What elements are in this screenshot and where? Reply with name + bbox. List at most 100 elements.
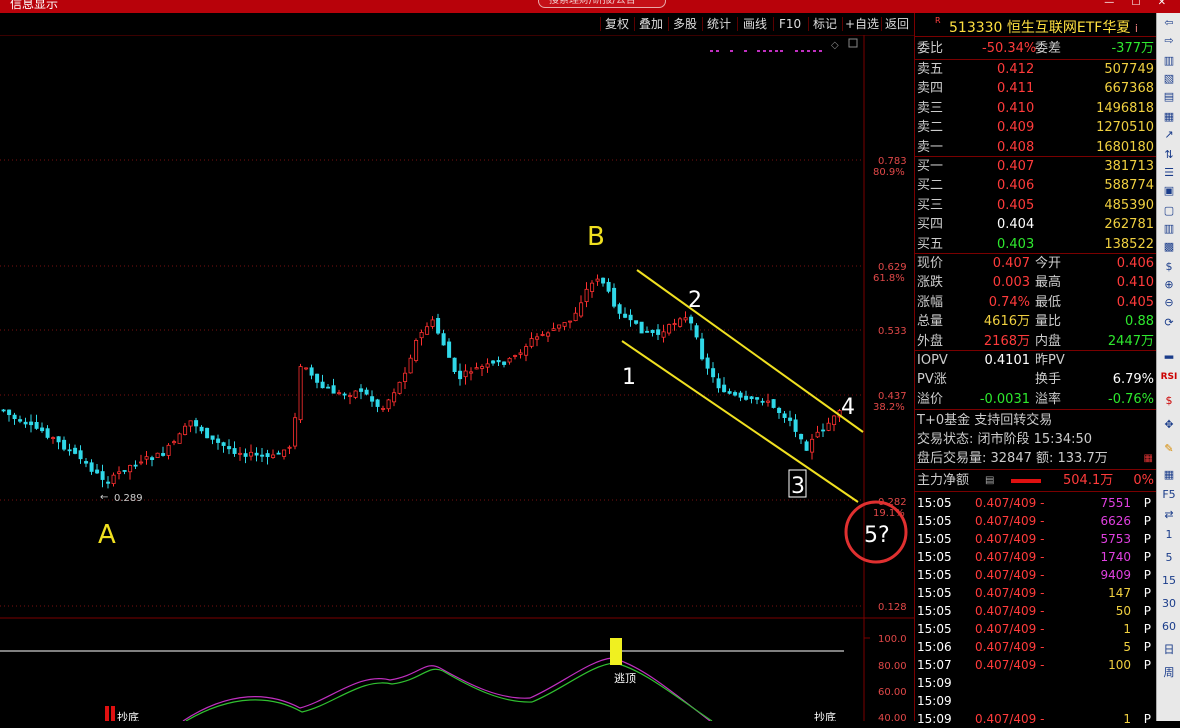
sell-row[interactable]: 卖一 0.408 1680180: [915, 138, 1157, 157]
zoom-in-icon[interactable]: ⊕: [1160, 277, 1178, 293]
candle-body: [551, 328, 556, 331]
maximize-icon[interactable]: ☐: [1131, 0, 1140, 8]
candle-body: [832, 415, 837, 426]
tick-time: 15:05: [917, 532, 952, 546]
toolbar-multi-stock-button[interactable]: 多股: [673, 15, 697, 33]
pencil-icon[interactable]: ✎: [1160, 441, 1178, 457]
refresh-icon[interactable]: ⟳: [1160, 315, 1178, 331]
quote-label: 最高: [1035, 275, 1062, 291]
dollar-icon[interactable]: $: [1160, 393, 1178, 409]
iopv-value: 0.4101: [984, 353, 1031, 368]
minute-chart-icon[interactable]: ▥: [1160, 53, 1178, 69]
buy-row[interactable]: 买五 0.403 138522: [915, 235, 1157, 254]
table-icon[interactable]: ▦: [1160, 109, 1178, 125]
wave-label-1: 1: [622, 365, 636, 390]
candle-body: [287, 446, 292, 449]
period-button[interactable]: 1: [1160, 527, 1178, 543]
candle-body: [155, 452, 160, 459]
sell-row[interactable]: 卖四 0.411 667368: [915, 79, 1157, 98]
sell-level-label: 卖五: [917, 62, 944, 77]
buy-row[interactable]: 买四 0.404 262781: [915, 215, 1157, 234]
toolbar-back-button[interactable]: 返回: [885, 15, 909, 33]
main-flow-bar: [1011, 479, 1041, 483]
candle-body: [777, 407, 782, 413]
minimize-icon[interactable]: —: [1104, 0, 1114, 8]
tick-flag: P: [1143, 514, 1151, 528]
price-tick: 0.629: [878, 262, 907, 273]
forward-arrow-icon[interactable]: ⇨: [1160, 33, 1178, 49]
level2-icon[interactable]: ▥: [1160, 221, 1178, 237]
grid-icon[interactable]: ▦: [1160, 467, 1178, 483]
period-button[interactable]: 周: [1160, 665, 1178, 681]
candle-body: [628, 314, 633, 321]
candle-body: [23, 421, 28, 425]
volume-icon[interactable]: ▂: [1160, 345, 1178, 361]
candle-body: [535, 336, 540, 340]
toolbar-stats-button[interactable]: 统计: [707, 15, 731, 33]
buy-row[interactable]: 买二 0.406 588774: [915, 176, 1157, 195]
f5-icon[interactable]: F5: [1160, 487, 1178, 503]
stock-flag: R: [935, 16, 941, 25]
back-arrow-icon[interactable]: ⇦: [1160, 15, 1178, 31]
stock-title[interactable]: 513330 恒生互联网ETF华夏 i: [949, 17, 1138, 37]
news-icon[interactable]: ▤: [1160, 89, 1178, 105]
panel-toggle-icon[interactable]: [848, 38, 858, 48]
diamond-icon[interactable]: ◇: [831, 40, 839, 51]
sell-volume: 1496818: [1096, 100, 1154, 116]
sell-row[interactable]: 卖三 0.410 1496818: [915, 99, 1157, 118]
buy-row[interactable]: 买一 0.407 381713: [915, 157, 1157, 176]
fund-flow-icon[interactable]: $: [1160, 259, 1178, 275]
tick-flag: P: [1143, 586, 1151, 600]
toolbar-add-watchlist-button[interactable]: +自选: [845, 15, 879, 33]
rsi-icon[interactable]: RSI: [1160, 369, 1178, 385]
quote-row: 涨幅 0.74% 最低 0.405: [915, 293, 1157, 312]
candle-body: [348, 395, 353, 397]
calendar-icon[interactable]: ▦: [1144, 449, 1153, 468]
zoom-out-icon[interactable]: ⊖: [1160, 295, 1178, 311]
sector-icon[interactable]: ▩: [1160, 239, 1178, 255]
candle-body: [436, 317, 441, 334]
f10-icon[interactable]: ▣: [1160, 183, 1178, 199]
cross-move-icon[interactable]: ✥: [1160, 417, 1178, 433]
period-button[interactable]: 60: [1160, 619, 1178, 635]
bottom-signal-label-left: 抄底: [117, 710, 139, 721]
tick-row: 15:05 0.407/409 - 7551 P: [915, 494, 1157, 512]
candle-body: [700, 338, 705, 360]
compare-icon[interactable]: ⇅: [1160, 147, 1178, 163]
search-input[interactable]: 搜索理财/研报/公告: [538, 0, 666, 8]
kline-icon[interactable]: ▧: [1160, 71, 1178, 87]
info-icon[interactable]: i: [1135, 22, 1138, 35]
period-button[interactable]: 5: [1160, 550, 1178, 566]
kline-chart[interactable]: 0.783 80.9% 0.629 61.8% 0.533 0.437 38.2…: [0, 35, 914, 721]
close-icon[interactable]: ✕: [1158, 0, 1166, 8]
sync-icon[interactable]: ⇄: [1160, 507, 1178, 523]
fund-icon[interactable]: ▢: [1160, 203, 1178, 219]
ranking-icon[interactable]: ☰: [1160, 165, 1178, 181]
candle-body: [595, 278, 600, 282]
candle-body: [452, 357, 457, 372]
toolbar-mark-button[interactable]: 标记: [813, 15, 837, 33]
period-button[interactable]: 日: [1160, 642, 1178, 658]
candle-body: [601, 277, 606, 284]
toolbar-adjust-button[interactable]: 复权: [605, 15, 629, 33]
period-button[interactable]: 15: [1160, 573, 1178, 589]
toolbar-overlay-button[interactable]: 叠加: [639, 15, 663, 33]
quote-label: 涨跌: [917, 275, 944, 291]
candle-body: [370, 396, 375, 402]
sell-volume: 507749: [1104, 62, 1154, 77]
tick-row: 15:09 0.407/409 - 1P: [915, 710, 1157, 728]
buy-row[interactable]: 买三 0.405 485390: [915, 196, 1157, 215]
wave-label-5: 5?: [864, 523, 890, 548]
trend-icon[interactable]: ↗: [1160, 127, 1178, 143]
sell-row[interactable]: 卖五 0.412 507749: [915, 60, 1157, 79]
toolbar-f10-button[interactable]: F10: [779, 15, 801, 33]
tick-volume: 7551: [1100, 496, 1131, 510]
candle-body: [799, 433, 804, 440]
toolbar-draw-line-button[interactable]: 画线: [743, 15, 767, 33]
candle-body: [639, 321, 644, 334]
candle-body: [243, 453, 248, 457]
candle-body: [694, 325, 699, 338]
list-icon[interactable]: ▤: [985, 471, 994, 490]
period-button[interactable]: 30: [1160, 596, 1178, 612]
sell-row[interactable]: 卖二 0.409 1270510: [915, 118, 1157, 137]
